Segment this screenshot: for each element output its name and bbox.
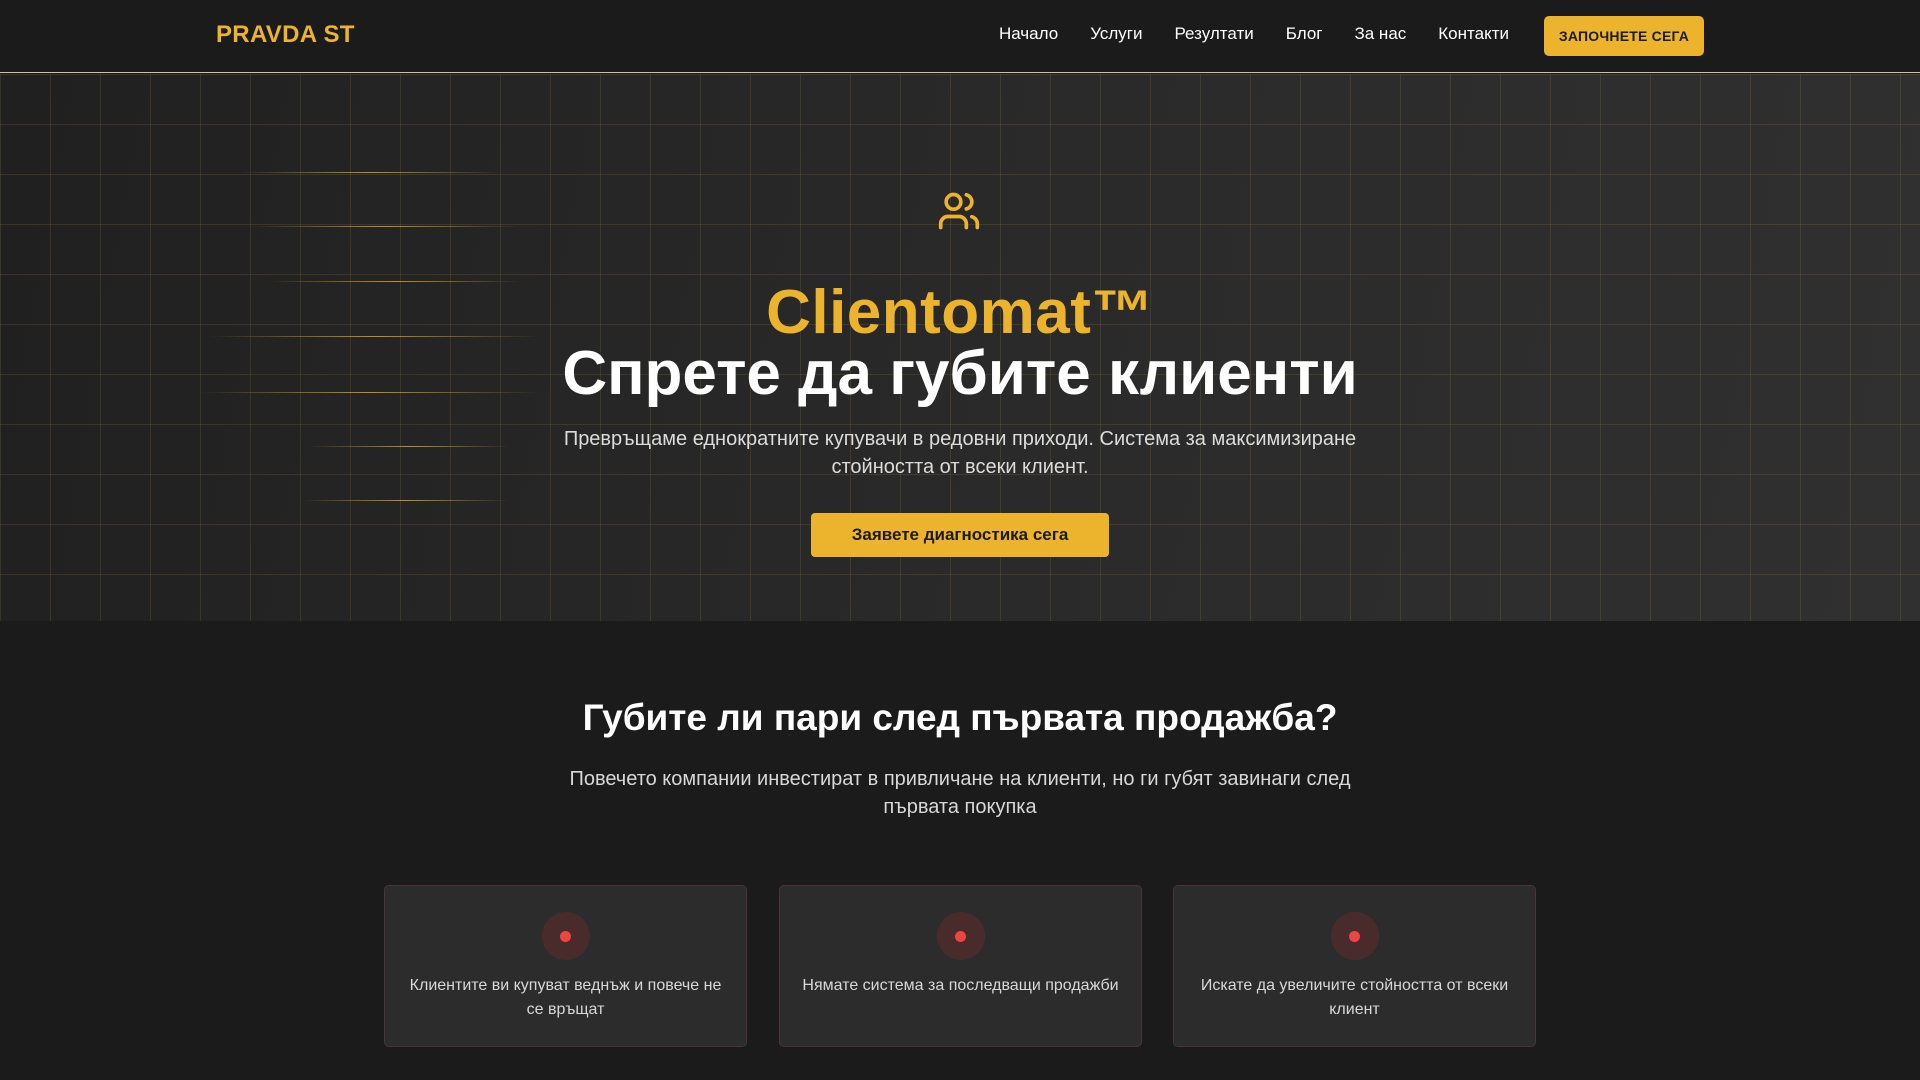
- problem-card: Нямате система за последващи продажби: [779, 885, 1142, 1047]
- hero-title: Спрете да губите клиенти: [562, 339, 1358, 408]
- nav-link-blog[interactable]: Блог: [1286, 24, 1323, 44]
- problem-card-text: Искате да увеличите стойността от всеки …: [1200, 977, 1509, 1018]
- nav-link-about[interactable]: За нас: [1354, 24, 1406, 44]
- hero-section: Clientomat™ Спрете да губите клиенти Пре…: [0, 74, 1920, 621]
- decorative-streak: [300, 500, 510, 501]
- nav-link-results[interactable]: Резултати: [1174, 24, 1253, 44]
- top-navbar: PRAVDA ST Начало Услуги Резултати Блог З…: [0, 0, 1920, 73]
- start-now-button[interactable]: ЗАПОЧНЕТЕ СЕГА: [1544, 16, 1704, 56]
- red-dot-icon: [541, 912, 590, 960]
- section-title: Губите ли пари след първата продажба?: [582, 697, 1338, 738]
- section-subtitle: Повечето компании инвестират в привличан…: [569, 768, 1351, 818]
- hero-subtitle: Превръщаме еднократните купувачи в редов…: [563, 428, 1357, 478]
- nav-link-home[interactable]: Начало: [999, 24, 1058, 44]
- red-dot-icon: [936, 912, 985, 960]
- request-diagnostics-button[interactable]: Заявете диагностика сега: [811, 513, 1109, 557]
- decorative-streak: [310, 446, 510, 447]
- problem-card: Клиентите ви купуват веднъж и повече не …: [384, 885, 747, 1047]
- logo[interactable]: PRAVDA ST: [216, 21, 355, 49]
- decorative-streak: [250, 226, 520, 227]
- problem-card: Искате да увеличите стойността от всеки …: [1173, 885, 1536, 1047]
- decorative-streak: [240, 172, 500, 173]
- nav-link-contacts[interactable]: Контакти: [1438, 24, 1509, 44]
- nav-link-services[interactable]: Услуги: [1090, 24, 1142, 44]
- users-icon: [938, 192, 980, 230]
- problem-card-text: Клиентите ви купуват веднъж и повече не …: [409, 977, 722, 1018]
- red-dot-icon: [1330, 912, 1379, 960]
- nav-links: Начало Услуги Резултати Блог За нас Конт…: [967, 24, 1509, 44]
- problem-card-text: Нямате система за последващи продажби: [802, 977, 1119, 994]
